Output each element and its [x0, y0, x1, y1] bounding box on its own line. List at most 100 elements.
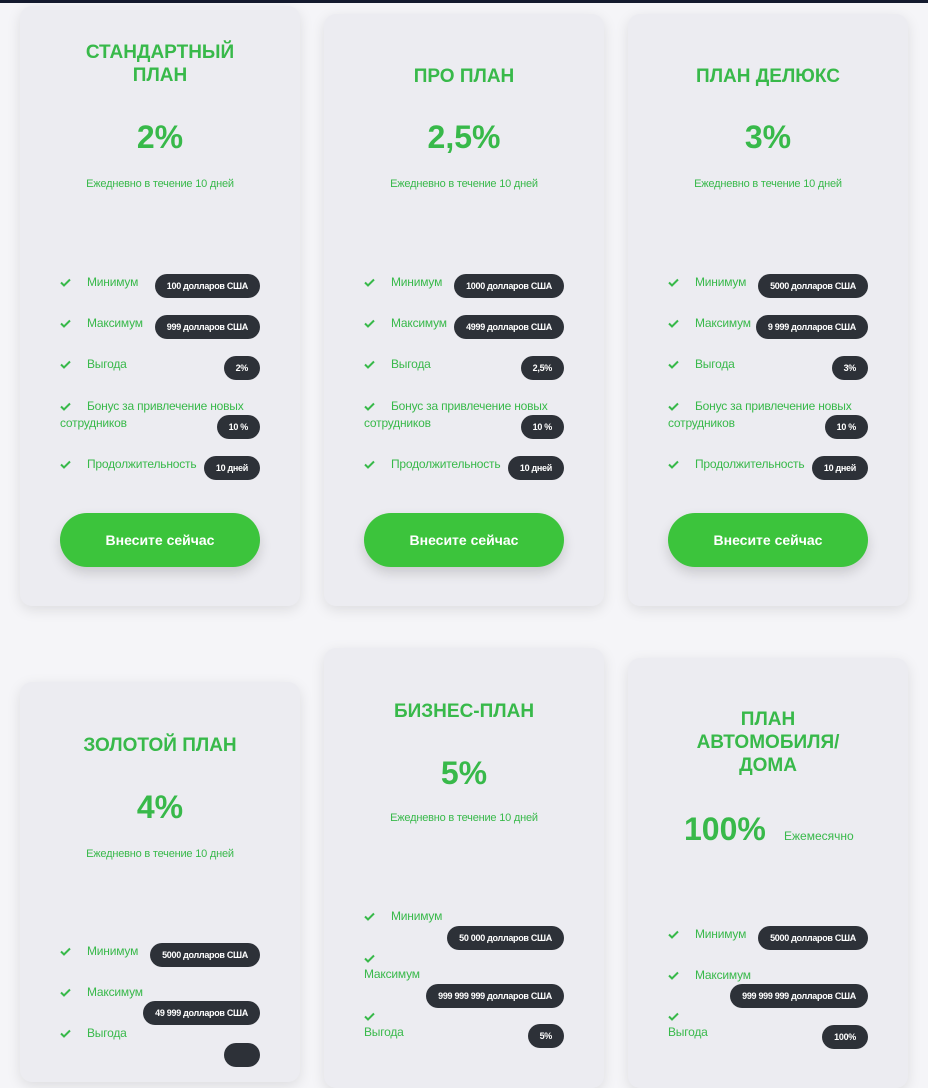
profit-badge: 2,5%	[520, 356, 564, 380]
feature-label: Минимум	[695, 275, 747, 289]
check-icon	[60, 278, 71, 287]
plan-rate: 4%	[136, 789, 184, 825]
check-icon	[668, 971, 679, 980]
check-icon	[60, 1029, 71, 1038]
check-icon	[60, 988, 71, 997]
feature-label: Продолжительность	[87, 457, 197, 471]
feature-label: Бонус за привлечение новых	[391, 399, 548, 413]
check-icon	[668, 319, 679, 328]
max-amount-badge: 999 999 999 долларов США	[426, 984, 564, 1008]
plan-card-deluxe: ПЛАН ДЕЛЮКС 3% Ежедневно в течение 10 дн…	[628, 14, 908, 606]
min-amount-badge: 50 000 долларов США	[447, 926, 564, 950]
feature-label: Бонус за привлечение новых	[695, 399, 852, 413]
feature-duration: Продолжительность 10 дней	[60, 456, 260, 480]
feature-label: Минимум	[391, 275, 443, 289]
profit-badge: 100%	[822, 1025, 868, 1049]
plan-card-gold: ЗОЛОТОЙ ПЛАН 4% Ежедневно в течение 10 д…	[20, 682, 300, 1082]
check-icon	[60, 319, 71, 328]
feature-label: Бонус за привлечение новых	[87, 399, 244, 413]
feature-label-cont: сотрудников	[668, 416, 735, 430]
feature-label: Продолжительность	[695, 457, 805, 471]
feature-max: Максимум 9 999 долларов США	[668, 315, 868, 339]
check-icon	[364, 954, 375, 963]
max-amount-badge: 999 999 999 долларов США	[730, 984, 868, 1008]
feature-label: Максимум	[87, 316, 143, 330]
plan-title: ЗОЛОТОЙ ПЛАН	[83, 735, 237, 756]
check-icon	[60, 360, 71, 369]
check-icon	[60, 402, 71, 411]
plan-title: СТАНДАРТНЫЙ ПЛАН	[85, 42, 235, 86]
top-nav-edge	[0, 0, 928, 3]
plan-title: ПЛАН АВТОМОБИЛЯ/ ДОМА	[696, 709, 840, 776]
feature-max: Максимум 49 999 долларов США	[60, 984, 260, 1026]
feature-max: Максимум 999 999 999 долларов США	[668, 967, 868, 1009]
feature-profit: Выгода	[60, 1025, 260, 1067]
max-amount-badge: 999 долларов США	[154, 315, 260, 339]
min-amount-badge: 5000 долларов США	[150, 943, 260, 967]
check-icon	[364, 1012, 375, 1021]
feature-profit: Выгода 3%	[668, 356, 868, 380]
feature-bonus: Бонус за привлечение новых сотрудников 1…	[364, 398, 564, 440]
feature-min: Минимум 1000 долларов США	[364, 274, 564, 298]
feature-label: Минимум	[87, 275, 139, 289]
check-icon	[364, 912, 375, 921]
check-icon	[668, 930, 679, 939]
plan-daily-note: Ежедневно в течение 10 дней	[86, 848, 234, 860]
feature-label: Максимум	[391, 316, 447, 330]
profit-badge: 5%	[527, 1024, 564, 1048]
feature-profit: Выгода 5%	[364, 1012, 564, 1054]
feature-duration: Продолжительность 10 дней	[668, 456, 868, 480]
feature-label: Максимум	[87, 985, 143, 999]
monthly-note: Ежемесячно	[784, 829, 854, 843]
deposit-now-button[interactable]: Внесите сейчас	[364, 513, 564, 567]
feature-min: Минимум 5000 долларов США	[668, 926, 868, 950]
feature-min: Минимум 5000 долларов США	[60, 943, 260, 967]
duration-badge: 10 дней	[507, 456, 564, 480]
plan-daily-note: Ежедневно в течение 10 дней	[390, 812, 538, 824]
profit-badge	[224, 1043, 260, 1067]
min-amount-badge: 5000 долларов США	[758, 926, 868, 950]
check-icon	[364, 402, 375, 411]
feature-label: Максимум	[695, 968, 751, 982]
feature-profit: Выгода 100%	[668, 1008, 868, 1050]
feature-bonus: Бонус за привлечение новых сотрудников 1…	[668, 398, 868, 440]
plan-rate: 100%	[684, 811, 766, 847]
feature-duration: Продолжительность 10 дней	[364, 456, 564, 480]
feature-label: Выгода	[668, 1025, 708, 1039]
plan-rate: 5%	[440, 755, 488, 791]
feature-bonus: Бонус за привлечение новых сотрудников 1…	[60, 398, 260, 440]
plan-card-standard: СТАНДАРТНЫЙ ПЛАН 2% Ежедневно в течение …	[20, 6, 300, 606]
feature-label: Максимум	[695, 316, 751, 330]
plan-card-pro: ПРО ПЛАН 2,5% Ежедневно в течение 10 дне…	[324, 14, 604, 606]
feature-label: Максимум	[364, 967, 420, 981]
check-icon	[60, 947, 71, 956]
feature-min: Минимум 5000 долларов США	[668, 274, 868, 298]
plan-title: ПЛАН ДЕЛЮКС	[696, 66, 840, 87]
feature-max: Максимум 4999 долларов США	[364, 315, 564, 339]
bonus-badge: 10 %	[520, 415, 564, 439]
plan-rate: 3%	[744, 119, 792, 155]
feature-label-cont: сотрудников	[364, 416, 431, 430]
feature-label: Выгода	[87, 1026, 127, 1040]
check-icon	[668, 460, 679, 469]
check-icon	[364, 278, 375, 287]
plan-daily-note: Ежедневно в течение 10 дней	[390, 178, 538, 190]
plan-rate: 2,5%	[427, 119, 501, 155]
feature-label: Выгода	[87, 357, 127, 371]
plan-daily-note: Ежедневно в течение 10 дней	[694, 178, 842, 190]
profit-badge: 2%	[223, 356, 260, 380]
duration-badge: 10 дней	[203, 456, 260, 480]
profit-badge: 3%	[831, 356, 868, 380]
deposit-now-button[interactable]: Внесите сейчас	[668, 513, 868, 567]
min-amount-badge: 100 долларов США	[154, 274, 260, 298]
feature-profit: Выгода 2%	[60, 356, 260, 380]
max-amount-badge: 49 999 долларов США	[143, 1001, 260, 1025]
plan-card-business: БИЗНЕС-ПЛАН 5% Ежедневно в течение 10 дн…	[324, 648, 604, 1088]
feature-label: Минимум	[87, 944, 139, 958]
check-icon	[60, 460, 71, 469]
deposit-now-button[interactable]: Внесите сейчас	[60, 513, 260, 567]
check-icon	[364, 319, 375, 328]
bonus-badge: 10 %	[216, 415, 260, 439]
check-icon	[668, 402, 679, 411]
feature-profit: Выгода 2,5%	[364, 356, 564, 380]
